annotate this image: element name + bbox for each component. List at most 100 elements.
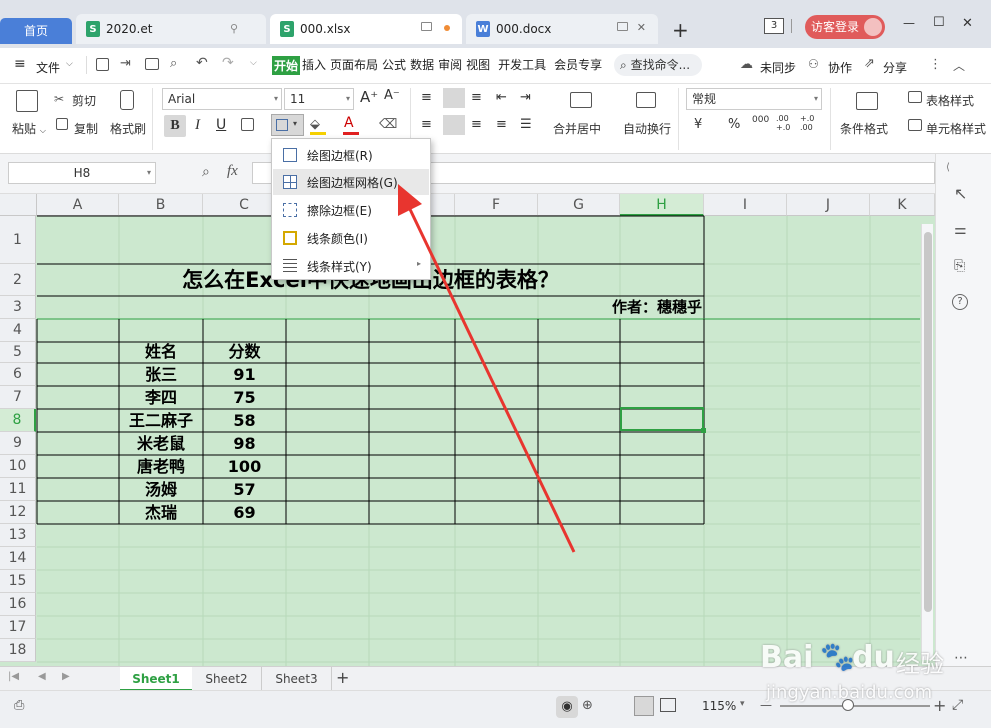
tab-000-docx[interactable]: W 000.docx ✕ — [466, 14, 658, 44]
number-format-select[interactable]: 常规 ▾ — [686, 88, 822, 110]
chevron-down-icon[interactable]: ⌵ — [250, 58, 257, 68]
line-color-item[interactable]: 线条颜色(I) — [273, 225, 429, 251]
menu-start[interactable]: 开始 — [272, 56, 301, 75]
login-button[interactable]: 访客登录 — [805, 15, 885, 39]
minimize-button[interactable]: — — [903, 16, 915, 30]
eye-protect-icon[interactable]: ◉ — [556, 696, 578, 718]
eraser-icon[interactable]: ⌫ — [379, 117, 397, 132]
font-size-select[interactable]: 11 ▾ — [284, 88, 354, 110]
window-count-badge[interactable]: 3 — [764, 18, 784, 34]
chevron-down-icon[interactable]: ▾ — [740, 699, 745, 709]
zoom-formula-icon[interactable]: ⌕ — [202, 164, 210, 180]
underline-button[interactable]: U — [216, 117, 226, 133]
collapse-ribbon-icon[interactable]: ︿ — [953, 57, 965, 74]
undo-icon[interactable]: ↶ — [196, 55, 208, 71]
distribute-icon[interactable]: ☰ — [520, 117, 532, 132]
font-grow-icon[interactable]: A⁺ — [360, 88, 378, 106]
sync-status[interactable]: 未同步 — [758, 59, 798, 76]
score-cell[interactable]: 91 — [203, 363, 286, 386]
font-color-icon[interactable]: A — [344, 115, 354, 131]
score-cell[interactable]: 58 — [203, 409, 286, 432]
fullscreen-icon[interactable]: ⤢ — [952, 697, 963, 713]
more-dots-icon[interactable]: ⋯ — [954, 650, 968, 666]
view-mode-icon[interactable]: ⊕ — [582, 698, 593, 713]
name-cell[interactable]: 张三 — [119, 363, 203, 386]
name-cell[interactable]: 米老鼠 — [119, 432, 203, 455]
score-cell[interactable]: 75 — [203, 386, 286, 409]
home-tab[interactable]: 首页 — [0, 18, 72, 44]
menu-view[interactable]: 视图 — [464, 56, 492, 75]
help-icon[interactable]: ? — [952, 294, 968, 310]
header-score-cell[interactable]: 分数 — [203, 340, 286, 363]
align-center-icon[interactable] — [443, 115, 465, 135]
merge-center-button[interactable]: 合并居中 — [553, 120, 601, 137]
table-style-button[interactable]: 表格样式 — [926, 92, 974, 109]
collab-button[interactable]: 协作 — [826, 59, 854, 76]
score-cell[interactable]: 98 — [203, 432, 286, 455]
save-icon[interactable] — [96, 58, 109, 71]
thousands-button[interactable]: 000 — [752, 115, 769, 125]
active-cell-H8[interactable] — [620, 407, 706, 433]
align-left-icon[interactable]: ≡ — [421, 117, 432, 132]
cut-button[interactable]: 剪切 — [72, 92, 96, 109]
macro-icon[interactable]: ⎙ — [14, 698, 24, 713]
more-icon[interactable]: ⋮ — [929, 57, 942, 72]
sheet-nav-first-icon[interactable]: |◀ — [8, 671, 19, 682]
window-icon[interactable] — [421, 22, 432, 31]
share-button[interactable]: 分享 — [881, 59, 909, 76]
score-cell[interactable]: 100 — [203, 455, 286, 478]
format-painter-button[interactable]: 格式刷 — [110, 120, 146, 137]
percent-button[interactable]: % — [728, 117, 740, 132]
currency-button[interactable]: ¥ — [694, 117, 702, 132]
select-cursor-icon[interactable]: ↖ — [954, 184, 967, 203]
spreadsheet-grid[interactable]: ABCDEFGHIJK 123456789101112131415161718 … — [0, 194, 935, 666]
author-cell[interactable]: 作者：穗穗乎 — [540, 296, 702, 319]
draw-border-grid-item[interactable]: 绘图边框网格(G) — [273, 169, 429, 195]
menu-developer[interactable]: 开发工具 — [496, 56, 548, 75]
settings-sliders-icon[interactable]: ⚌ — [954, 222, 967, 238]
decimal-decrease-button[interactable]: +.0 .00 — [800, 114, 814, 132]
align-top-icon[interactable]: ≡ — [421, 90, 432, 105]
redo-icon[interactable]: ↷ — [222, 55, 234, 71]
copy-button[interactable]: 复制 — [74, 120, 98, 137]
menu-review[interactable]: 审阅 — [436, 56, 464, 75]
chevron-down-icon[interactable]: ⌵ — [66, 59, 73, 69]
sheet-tab-1[interactable]: Sheet1 — [120, 667, 192, 691]
name-cell[interactable]: 李四 — [119, 386, 203, 409]
zoom-slider-handle[interactable] — [842, 699, 854, 711]
print-icon[interactable] — [145, 58, 159, 70]
menu-file[interactable]: 文件 — [34, 59, 62, 76]
scrollbar-thumb[interactable] — [924, 232, 932, 612]
font-shrink-icon[interactable]: A⁻ — [384, 88, 400, 103]
sheet-nav-prev-icon[interactable]: ◀ — [38, 671, 46, 682]
menu-formula[interactable]: 公式 — [380, 56, 408, 75]
close-window-button[interactable]: ✕ — [962, 16, 973, 31]
font-name-select[interactable]: Arial ▾ — [162, 88, 282, 110]
erase-border-item[interactable]: 擦除边框(E) — [273, 197, 429, 223]
zoom-slider[interactable] — [780, 705, 930, 707]
score-cell[interactable]: 69 — [203, 501, 286, 524]
name-cell[interactable]: 王二麻子 — [119, 409, 203, 432]
fill-color-icon[interactable]: ⬙ — [310, 117, 320, 132]
line-style-item[interactable]: 线条样式(Y) ▸ — [273, 253, 429, 279]
menu-data[interactable]: 数据 — [408, 56, 436, 75]
align-middle-icon[interactable] — [443, 88, 465, 108]
page-view-icon[interactable] — [660, 698, 676, 712]
wrap-text-button[interactable]: 自动换行 — [623, 120, 671, 137]
indent-increase-icon[interactable]: ⇥ — [520, 90, 531, 105]
name-cell[interactable]: 汤姆 — [119, 478, 203, 501]
new-tab-button[interactable]: + — [672, 18, 689, 42]
name-box[interactable]: H8 ▾ — [8, 162, 156, 184]
indent-decrease-icon[interactable]: ⇤ — [496, 90, 507, 105]
paste-button[interactable]: 粘贴 ⌵ — [12, 120, 46, 137]
conditional-format-button[interactable]: 条件格式 — [840, 120, 888, 137]
bold-button[interactable]: B — [164, 115, 186, 137]
tab-000-xlsx[interactable]: S 000.xlsx — [270, 14, 462, 44]
search-command-box[interactable]: ⌕ 查找命令... — [614, 54, 702, 76]
border-icon[interactable] — [241, 118, 254, 131]
menu-insert[interactable]: 插入 — [300, 56, 328, 75]
vertical-scrollbar[interactable] — [921, 224, 933, 660]
window-icon[interactable] — [617, 22, 628, 31]
pin-icon[interactable]: ⚲ — [230, 22, 238, 35]
fx-button[interactable]: fx — [227, 163, 238, 180]
